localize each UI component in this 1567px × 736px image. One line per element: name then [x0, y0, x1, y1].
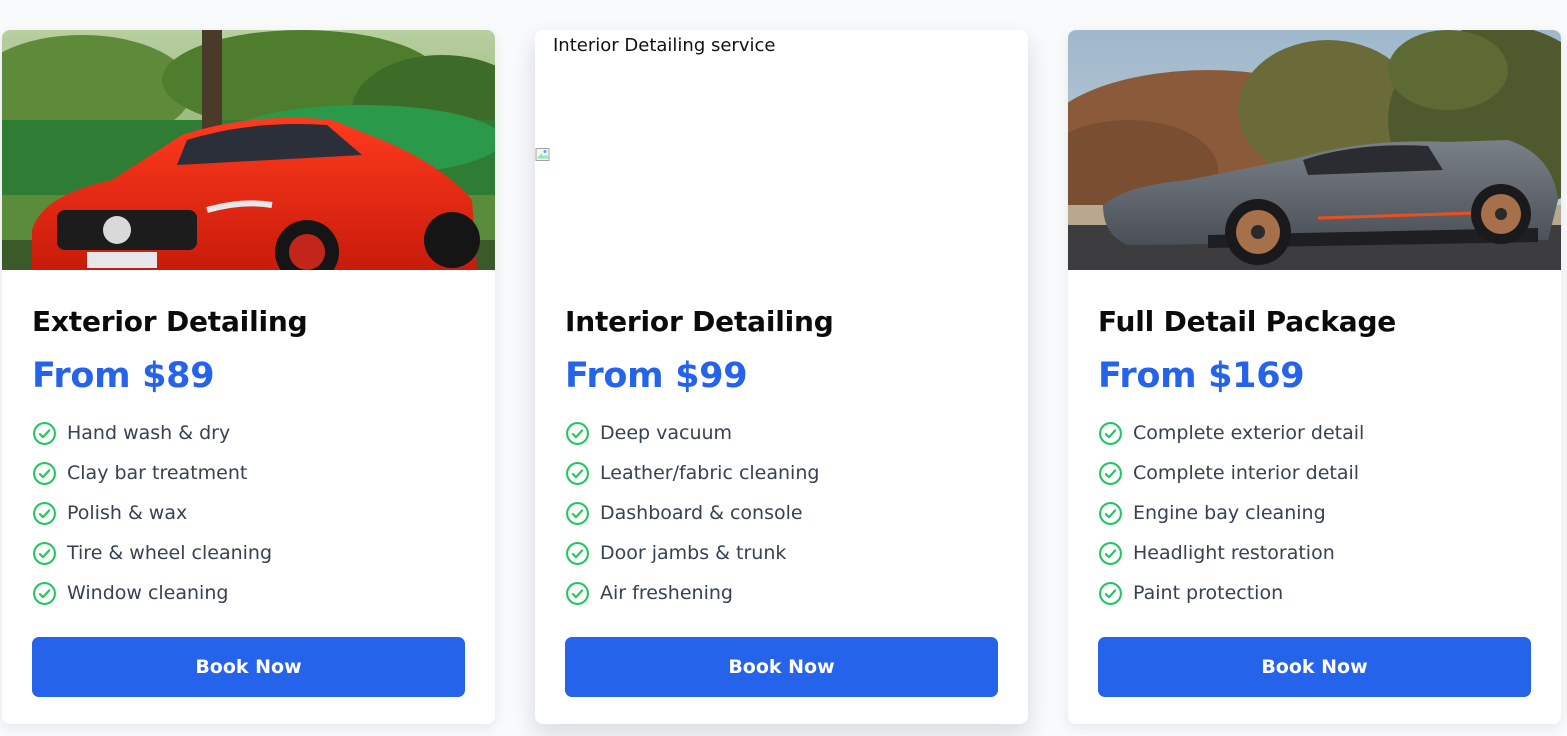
service-cards: Exterior Detailing From $89 Hand wash & …	[0, 0, 1567, 736]
feature-label: Dashboard & console	[600, 502, 803, 524]
card-price: From $169	[1098, 356, 1305, 396]
feature-item: Clay bar treatment	[32, 453, 465, 493]
card-title: Full Detail Package	[1098, 305, 1397, 338]
feature-item: Leather/fabric cleaning	[565, 453, 998, 493]
check-circle-icon	[566, 541, 589, 565]
feature-item: Complete exterior detail	[1098, 413, 1531, 453]
feature-label: Door jambs & trunk	[600, 542, 787, 564]
feature-label: Air freshening	[600, 582, 733, 604]
feature-item: Door jambs & trunk	[565, 533, 998, 573]
full-package-service-image	[1068, 30, 1561, 270]
card-title: Exterior Detailing	[32, 305, 308, 338]
feature-label: Complete interior detail	[1133, 462, 1360, 484]
check-circle-icon	[1099, 421, 1122, 445]
feature-label: Hand wash & dry	[67, 422, 231, 444]
feature-label: Clay bar treatment	[67, 462, 248, 484]
feature-item: Headlight restoration	[1098, 533, 1531, 573]
feature-item: Complete interior detail	[1098, 453, 1531, 493]
check-circle-icon	[33, 581, 56, 605]
feature-label: Deep vacuum	[600, 422, 733, 444]
check-circle-icon	[566, 461, 589, 485]
feature-list: Hand wash & dry Clay bar treatment Polis…	[32, 413, 465, 613]
feature-label: Polish & wax	[67, 502, 188, 524]
check-circle-icon	[566, 501, 589, 525]
check-circle-icon	[1099, 501, 1122, 525]
card-price: From $89	[32, 356, 215, 396]
check-circle-icon	[33, 541, 56, 565]
image-alt-text: Interior Detailing service	[553, 35, 776, 56]
feature-list: Complete exterior detail Complete interi…	[1098, 413, 1531, 613]
feature-item: Hand wash & dry	[32, 413, 465, 453]
feature-list: Deep vacuum Leather/fabric cleaning Dash…	[565, 413, 998, 613]
check-circle-icon	[33, 421, 56, 445]
feature-item: Engine bay cleaning	[1098, 493, 1531, 533]
check-circle-icon	[1099, 461, 1122, 485]
book-now-button[interactable]: Book Now	[32, 637, 465, 697]
broken-image-icon	[535, 148, 550, 161]
book-now-button[interactable]: Book Now	[565, 637, 998, 697]
feature-label: Paint protection	[1133, 582, 1284, 604]
check-circle-icon	[33, 461, 56, 485]
feature-item: Polish & wax	[32, 493, 465, 533]
feature-item: Deep vacuum	[565, 413, 998, 453]
check-circle-icon	[566, 421, 589, 445]
feature-label: Tire & wheel cleaning	[67, 542, 273, 564]
feature-item: Window cleaning	[32, 573, 465, 613]
card-title: Interior Detailing	[565, 305, 834, 338]
book-now-button[interactable]: Book Now	[1098, 637, 1531, 697]
check-circle-icon	[1099, 541, 1122, 565]
service-card-full-package: Full Detail Package From $169 Complete e…	[1068, 30, 1561, 724]
feature-label: Engine bay cleaning	[1133, 502, 1326, 524]
feature-item: Dashboard & console	[565, 493, 998, 533]
check-circle-icon	[566, 581, 589, 605]
feature-item: Air freshening	[565, 573, 998, 613]
feature-label: Complete exterior detail	[1133, 422, 1365, 444]
feature-item: Paint protection	[1098, 573, 1531, 613]
feature-item: Tire & wheel cleaning	[32, 533, 465, 573]
service-card-exterior: Exterior Detailing From $89 Hand wash & …	[2, 30, 495, 724]
feature-label: Leather/fabric cleaning	[600, 462, 820, 484]
check-circle-icon	[33, 501, 56, 525]
check-circle-icon	[1099, 581, 1122, 605]
feature-label: Headlight restoration	[1133, 542, 1335, 564]
feature-label: Window cleaning	[67, 582, 229, 604]
interior-service-image: Interior Detailing service	[535, 30, 1028, 270]
card-price: From $99	[565, 356, 748, 396]
service-card-interior: Interior Detailing service Interior Deta…	[535, 30, 1028, 724]
exterior-service-image	[2, 30, 495, 270]
